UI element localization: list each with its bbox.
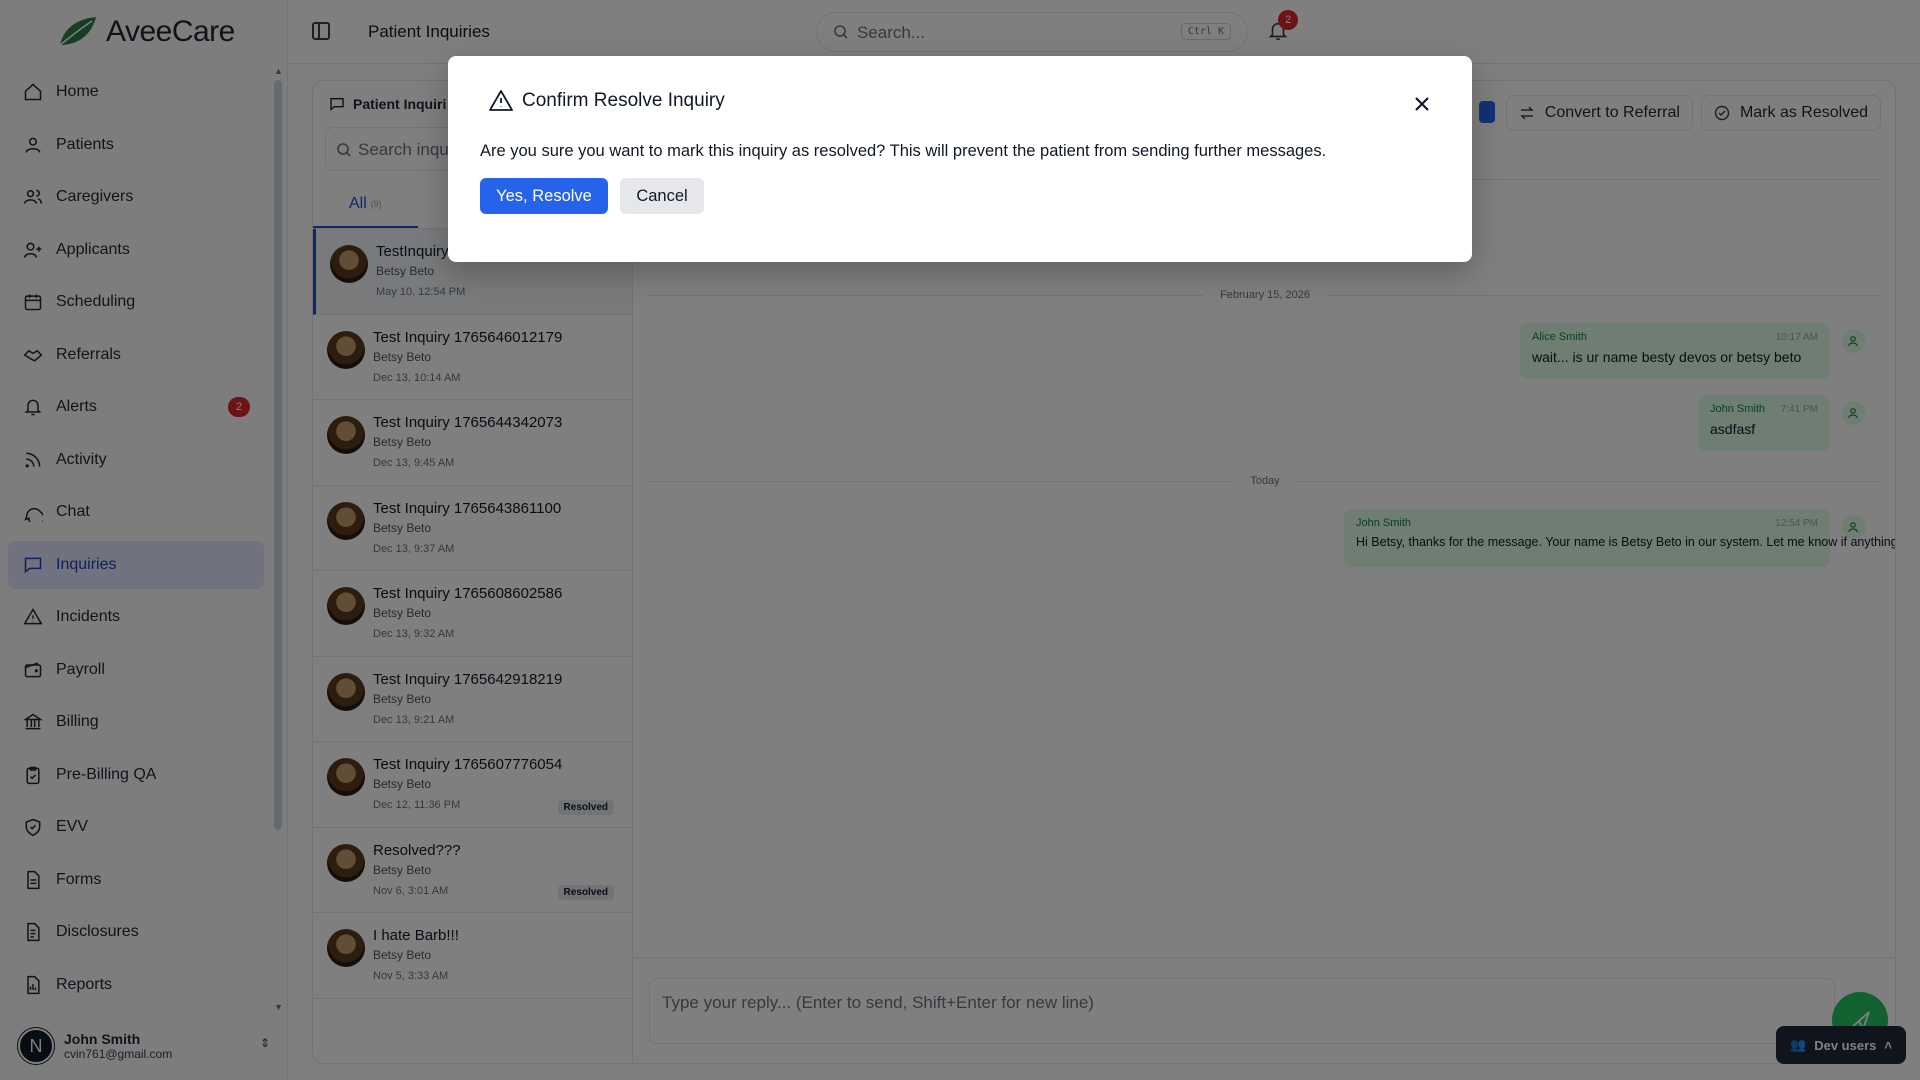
warning-triangle-icon [489,90,513,111]
dialog-message: Are you sure you want to mark this inqui… [480,142,1327,160]
dialog-header: Confirm Resolve Inquiry [488,88,725,114]
confirm-resolve-button[interactable]: Yes, Resolve [480,178,608,214]
close-icon[interactable] [1412,94,1432,114]
confirm-resolve-dialog: Confirm Resolve Inquiry Are you sure you… [448,56,1472,262]
cancel-button[interactable]: Cancel [620,178,704,214]
dialog-title: Confirm Resolve Inquiry [522,90,725,111]
